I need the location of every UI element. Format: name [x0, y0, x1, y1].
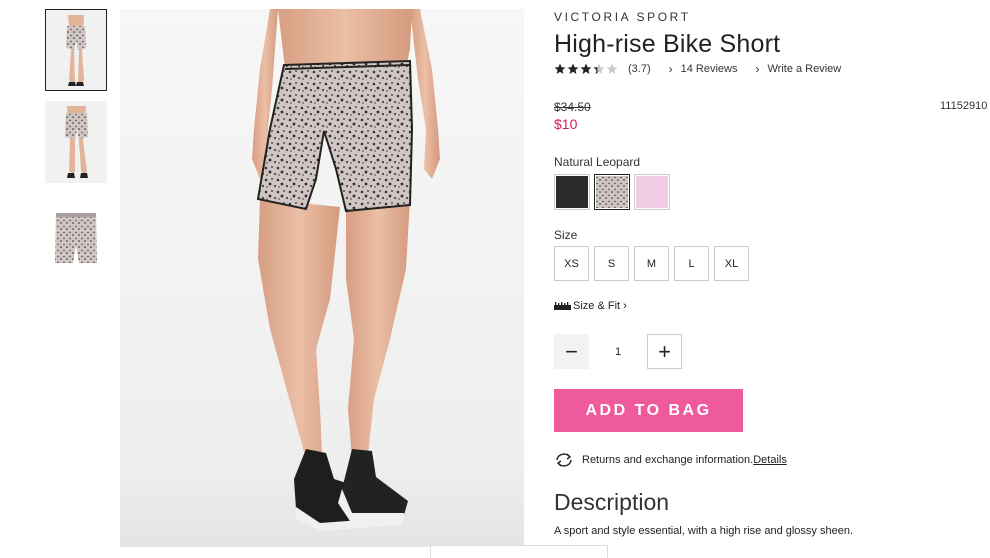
reviews-link[interactable]: › 14 Reviews — [669, 62, 738, 76]
size-m-button[interactable]: M — [634, 246, 669, 281]
brand-name: VICTORIA SPORT — [554, 10, 691, 24]
quantity-increase-button[interactable]: + — [647, 334, 682, 369]
bottom-panel-tab[interactable] — [430, 545, 608, 558]
size-s-button[interactable]: S — [594, 246, 629, 281]
size-options: XS S M L XL — [554, 246, 754, 281]
thumbnail-back[interactable] — [45, 101, 107, 183]
swatch-leopard-fill — [596, 176, 628, 208]
swatch-pink[interactable] — [634, 174, 670, 210]
returns-info: Returns and exchange information. Detail… — [554, 452, 787, 468]
star-empty-icon — [606, 63, 618, 74]
quantity-stepper: − 1 + — [554, 334, 682, 369]
quantity-value[interactable]: 1 — [589, 346, 647, 358]
star-rating — [554, 63, 620, 75]
product-sku: 11152910 — [940, 100, 988, 112]
rating-row: (3.7) › 14 Reviews › Write a Review — [554, 62, 841, 76]
size-xl-button[interactable]: XL — [714, 246, 749, 281]
sale-price: $10 — [554, 116, 578, 132]
selected-color-label: Natural Leopard — [554, 155, 641, 169]
description-heading: Description — [554, 489, 670, 515]
add-to-bag-button[interactable]: ADD TO BAG — [554, 389, 743, 432]
write-review-label: Write a Review — [767, 63, 842, 75]
exchange-icon — [556, 453, 572, 467]
swatch-black-fill — [556, 176, 588, 208]
star-icon — [567, 63, 579, 74]
color-swatches — [554, 174, 674, 210]
product-title: High-rise Bike Short — [554, 30, 781, 58]
thumbnail-list — [45, 9, 109, 275]
reviews-link-label: 14 Reviews — [680, 63, 738, 75]
swatch-black[interactable] — [554, 174, 590, 210]
size-fit-link[interactable]: Size & Fit › — [554, 300, 627, 312]
returns-text: Returns and exchange information. — [582, 454, 754, 466]
returns-details-link[interactable]: Details — [753, 454, 787, 466]
ruler-icon — [554, 302, 571, 310]
size-label: Size — [554, 228, 578, 242]
star-icon — [580, 63, 592, 74]
chevron-right-icon: › — [668, 62, 673, 76]
write-review-link[interactable]: › Write a Review — [755, 62, 841, 76]
original-price: $34.50 — [554, 100, 591, 114]
size-l-button[interactable]: L — [674, 246, 709, 281]
quantity-decrease-button[interactable]: − — [554, 334, 589, 369]
star-icon — [554, 63, 566, 74]
swatch-pink-fill — [636, 176, 668, 208]
swatch-natural-leopard[interactable] — [594, 174, 630, 210]
description-text: A sport and style essential, with a high… — [554, 525, 854, 537]
rating-value: (3.7) — [628, 63, 651, 75]
size-fit-label: Size & Fit — [573, 300, 621, 312]
thumbnail-front[interactable] — [45, 9, 107, 91]
chevron-right-icon: › — [755, 62, 760, 76]
chevron-right-icon: › — [623, 300, 627, 312]
thumbnail-flat-lay[interactable] — [45, 207, 107, 265]
size-xs-button[interactable]: XS — [554, 246, 589, 281]
main-product-image[interactable] — [120, 9, 524, 547]
